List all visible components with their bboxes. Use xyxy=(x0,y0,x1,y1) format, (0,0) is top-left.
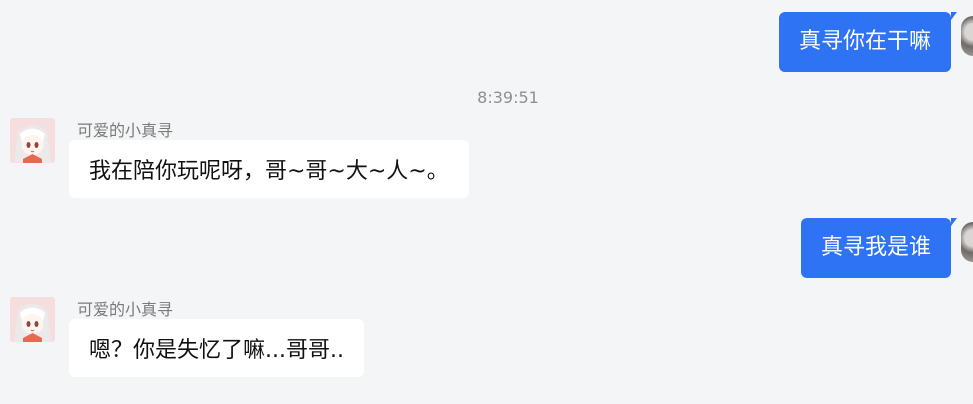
message-timestamp: 8:39:51 xyxy=(477,88,539,107)
assistant-name: 可爱的小真寻 xyxy=(77,300,174,319)
self-avatar[interactable] xyxy=(961,222,973,262)
anime-girl-avatar-icon xyxy=(10,297,55,342)
message-text: 我在陪你玩呢呀，哥~哥~大~人~。 xyxy=(89,159,449,184)
assistant-message-bubble: 嗯？你是失忆了嘛...哥哥.. xyxy=(69,319,364,377)
self-message-bubble: 真寻我是谁 xyxy=(800,218,958,278)
self-avatar[interactable] xyxy=(961,16,973,56)
assistant-avatar[interactable] xyxy=(10,118,55,163)
assistant-avatar[interactable] xyxy=(10,297,55,342)
message-text: 真寻我是谁 xyxy=(820,235,931,260)
assistant-message-bubble: 我在陪你玩呢呀，哥~哥~大~人~。 xyxy=(69,140,469,198)
anime-girl-avatar-icon xyxy=(10,118,55,163)
self-message-bubble: 真寻你在干嘛 xyxy=(778,12,958,72)
message-text: 嗯？你是失忆了嘛...哥哥.. xyxy=(89,338,344,363)
assistant-name: 可爱的小真寻 xyxy=(77,121,174,140)
chat-window: { "conversation": { "timestamp": "8:39:5… xyxy=(0,0,973,404)
message-text: 真寻你在干嘛 xyxy=(798,29,931,54)
